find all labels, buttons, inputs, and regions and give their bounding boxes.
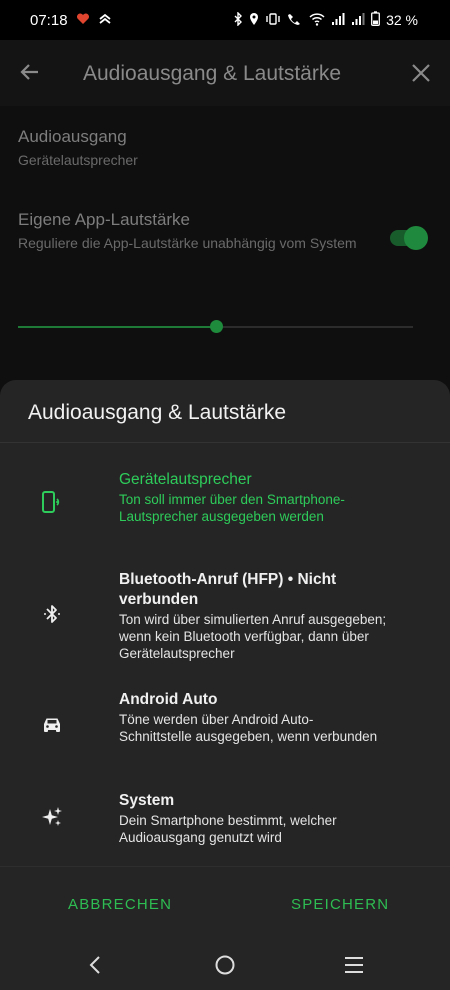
toggle-knob: [404, 226, 428, 250]
volume-slider-fill: [18, 326, 216, 328]
battery-percent: 32 %: [386, 12, 418, 28]
settings-content: Audioausgang Gerätelautsprecher Eigene A…: [0, 106, 450, 406]
phone-speaker-icon: [40, 490, 64, 519]
bluetooth-status-icon: [233, 10, 243, 29]
audio-output-sheet: Audioausgang & Lautstärke Gerätelautspre…: [0, 380, 450, 940]
audio-output-title[interactable]: Audioausgang: [18, 127, 127, 147]
signal-1-icon: [331, 12, 345, 29]
option-system[interactable]: System Dein Smartphone bestimmt, welcher…: [0, 791, 450, 851]
option-desc: Dein Smartphone bestimmt, welcher Audioa…: [119, 813, 337, 845]
app-volume-toggle[interactable]: [390, 226, 428, 250]
save-button[interactable]: SPEICHERN: [291, 896, 389, 913]
option-title: Android Auto: [119, 691, 218, 708]
app-bar: Audioausgang & Lautstärke: [0, 40, 450, 106]
option-title: System: [119, 792, 175, 809]
actions-divider: [0, 866, 450, 867]
signal-2-icon: [351, 12, 365, 29]
sheet-divider: [0, 442, 450, 443]
nav-back-icon[interactable]: [85, 954, 107, 981]
car-icon: [40, 713, 64, 742]
cancel-button[interactable]: ABBRECHEN: [68, 896, 172, 913]
option-title: Bluetooth-Anruf (HFP) • Nicht verbunden: [119, 571, 337, 608]
vibrate-icon: [265, 12, 281, 29]
bluetooth-icon: [40, 602, 64, 631]
app-volume-desc: Reguliere die App-Lautstärke unabhängig …: [18, 235, 357, 251]
status-bar: 07:18 32 %: [0, 0, 450, 40]
nav-recents-icon[interactable]: [343, 954, 365, 981]
battery-icon: [371, 11, 381, 29]
location-icon: [249, 12, 259, 29]
close-icon[interactable]: [410, 62, 432, 89]
back-arrow-icon[interactable]: [18, 60, 42, 89]
option-device-speaker[interactable]: Gerätelautsprecher Ton soll immer über d…: [0, 468, 450, 548]
volume-slider-thumb[interactable]: [209, 320, 223, 333]
option-desc: Töne werden über Android Auto-Schnittste…: [119, 712, 378, 744]
nav-home-icon[interactable]: [214, 954, 236, 981]
status-time: 07:18: [30, 12, 68, 29]
option-desc: Ton wird über simulierten Anruf ausgegeb…: [119, 612, 387, 661]
audio-output-value: Gerätelautsprecher: [18, 152, 138, 168]
option-android-auto[interactable]: Android Auto Töne werden über Android Au…: [0, 690, 450, 760]
option-desc: Ton soll immer über den Smartphone-Lauts…: [119, 492, 345, 524]
app-notification-icon: [76, 12, 90, 31]
sparkle-icon: [40, 805, 64, 834]
wifi-call-icon: [287, 12, 303, 29]
citroen-logo-icon: [98, 12, 112, 31]
system-nav-bar: [0, 940, 450, 990]
option-title: Gerätelautsprecher: [119, 471, 252, 488]
volume-slider[interactable]: [18, 320, 413, 333]
sheet-title: Audioausgang & Lautstärke: [28, 401, 287, 424]
wifi-icon: [309, 12, 325, 29]
app-volume-title: Eigene App-Lautstärke: [18, 210, 191, 229]
option-bluetooth-hfp[interactable]: Bluetooth-Anruf (HFP) • Nicht verbunden …: [0, 570, 450, 665]
page-title: Audioausgang & Lautstärke: [83, 62, 342, 85]
